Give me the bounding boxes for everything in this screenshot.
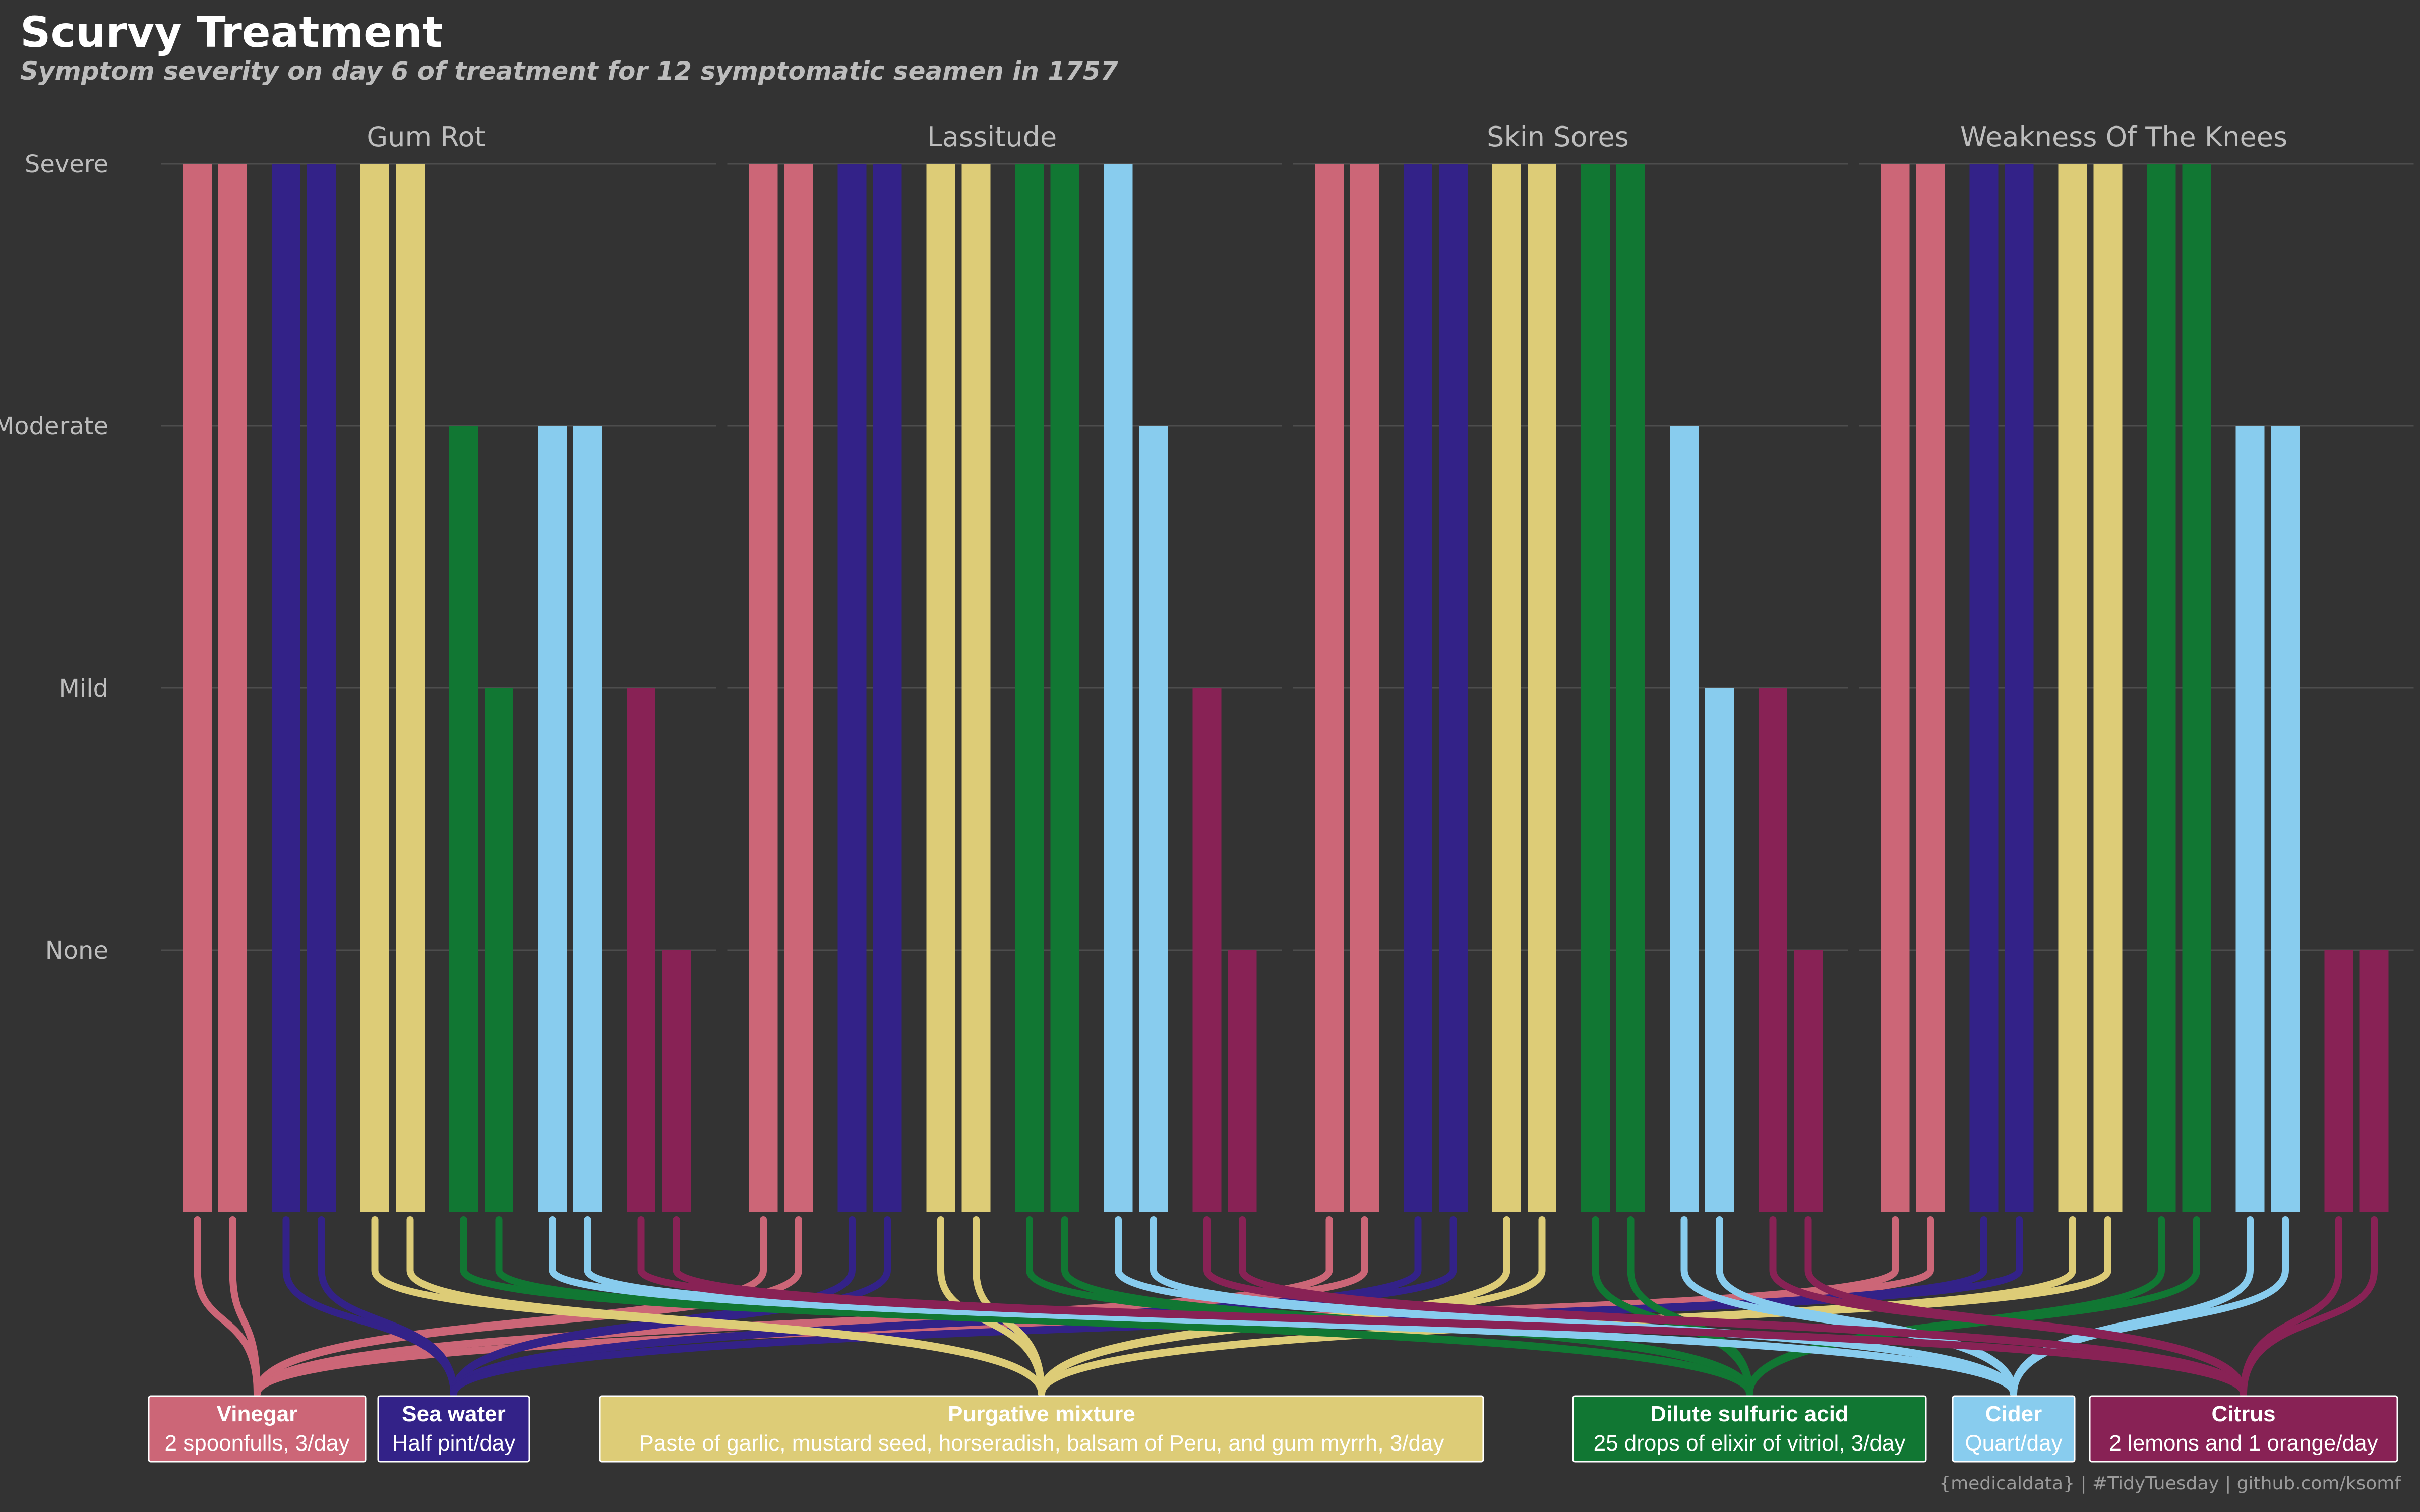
bar <box>396 164 425 1212</box>
bar <box>1969 164 1999 1212</box>
bar <box>662 950 691 1212</box>
bar <box>1759 688 1787 1212</box>
bar <box>2005 164 2034 1212</box>
treatment-dose: 2 spoonfulls, 3/day <box>165 1431 350 1456</box>
bar <box>2271 426 2300 1212</box>
panel-title: Weakness Of The Knees <box>1960 121 2287 153</box>
bar <box>1492 164 1521 1212</box>
bar <box>961 164 991 1212</box>
bar <box>1315 164 1344 1212</box>
bar <box>2324 950 2353 1212</box>
treatment-dose: Half pint/day <box>392 1431 516 1456</box>
treatment-dose: 2 lemons and 1 orange/day <box>2109 1431 2378 1456</box>
bar <box>2093 164 2123 1212</box>
bar <box>1881 164 1910 1212</box>
bar <box>627 688 655 1212</box>
treatment-name: Sea water <box>402 1402 505 1426</box>
bar <box>1581 164 1610 1212</box>
bar <box>1139 426 1168 1212</box>
bar <box>360 164 389 1212</box>
bar <box>449 426 478 1212</box>
treatment-dose: Quart/day <box>1965 1431 2062 1456</box>
labels-layer: Vinegar 2 spoonfulls, 3/day Sea water Half … <box>148 1395 2398 1463</box>
bar <box>1404 164 1432 1212</box>
bar <box>2182 164 2211 1212</box>
y-tick-label: Moderate <box>0 412 108 440</box>
bar <box>538 426 567 1212</box>
treatment-name: Purgative mixture <box>948 1402 1135 1426</box>
treatment-dose: Paste of garlic, mustard seed, horseradi… <box>639 1431 1444 1456</box>
treatment-name: Vinegar <box>217 1402 298 1426</box>
bar <box>2147 164 2176 1212</box>
treatment-name: Cider <box>1985 1402 2042 1426</box>
panel-title: Skin Sores <box>1487 121 1629 153</box>
bar <box>307 164 336 1212</box>
bar <box>1228 950 1257 1212</box>
bar <box>1670 426 1699 1212</box>
bar <box>784 164 813 1212</box>
bar <box>1015 164 1044 1212</box>
treatment-name: Citrus <box>2211 1402 2275 1426</box>
bar <box>1350 164 1379 1212</box>
bar <box>1192 688 1222 1212</box>
chart-subtitle: Symptom severity on day 6 of treatment f… <box>20 56 1118 86</box>
chart-title: Scurvy Treatment <box>20 8 443 57</box>
treatment-name: Dilute sulfuric acid <box>1650 1402 1849 1426</box>
bar <box>1104 164 1133 1212</box>
bar <box>837 164 867 1212</box>
treatment-dose: 25 drops of elixir of vitriol, 3/day <box>1594 1431 1906 1456</box>
bar <box>1439 164 1468 1212</box>
bar <box>1794 950 1823 1212</box>
panel-title: Lassitude <box>927 121 1057 153</box>
bar <box>2360 950 2389 1212</box>
bar <box>1916 164 1945 1212</box>
bar <box>1050 164 1079 1212</box>
bar <box>272 164 300 1212</box>
bar <box>183 164 212 1212</box>
y-tick-label: Severe <box>25 150 108 178</box>
caption: {medicaldata} | #TidyTuesday | github.co… <box>1939 1473 2401 1494</box>
bar <box>1705 688 1734 1212</box>
panel-title: Gum Rot <box>367 121 485 153</box>
bar <box>873 164 902 1212</box>
bar <box>2235 426 2265 1212</box>
scurvy-chart: Scurvy Treatment Symptom severity on day… <box>0 0 2420 1512</box>
bar <box>926 164 955 1212</box>
bar <box>2058 164 2087 1212</box>
bar <box>1528 164 1556 1212</box>
y-tick-label: Mild <box>58 674 108 703</box>
bar <box>1616 164 1645 1212</box>
bar <box>485 688 513 1212</box>
bar <box>218 164 247 1212</box>
y-tick-label: None <box>45 936 108 965</box>
bar <box>573 426 602 1212</box>
bar <box>749 164 778 1212</box>
